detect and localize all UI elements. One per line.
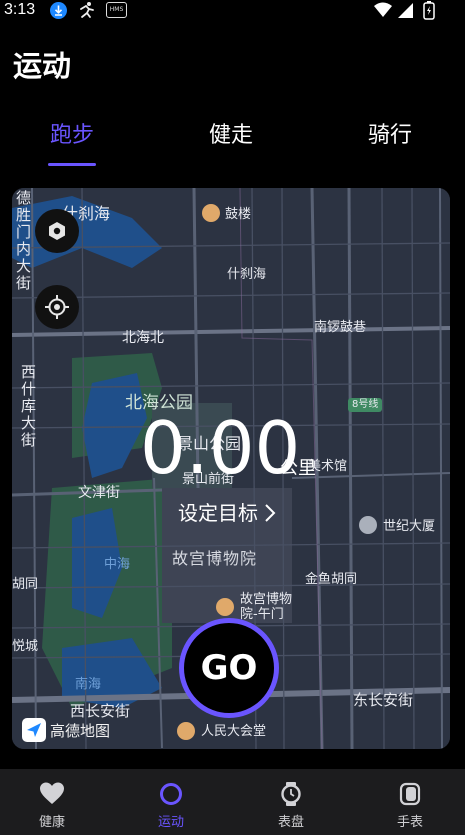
hms-badge: HMS bbox=[106, 2, 127, 18]
go-button[interactable]: GO bbox=[179, 618, 279, 718]
tab-walking[interactable]: 健走 bbox=[186, 120, 276, 152]
map-label-changan-west: 西长安街 bbox=[70, 702, 131, 720]
map-label-shichahai-2: 什刹海 bbox=[227, 267, 267, 282]
map-label-gugong: 故宫博物院 bbox=[172, 549, 258, 568]
amap-logo: 高德地图 bbox=[22, 718, 110, 742]
map-view[interactable]: 什刹海 鼓楼 什刹海 德胜门内大街 北海北 南锣鼓巷 8号线 北海公园 西什库大… bbox=[12, 188, 450, 749]
nav-health[interactable]: 健康 bbox=[12, 769, 92, 835]
poi-pin-icon bbox=[359, 516, 377, 534]
map-label-beihaibei: 北海北 bbox=[122, 330, 164, 346]
distance-value: 0.00 bbox=[140, 406, 301, 490]
locate-button[interactable] bbox=[35, 285, 79, 329]
map-label-wenjinjie: 文津街 bbox=[78, 485, 120, 501]
map-label-yuecheng: 悦城 bbox=[12, 639, 39, 654]
tab-cycling[interactable]: 骑行 bbox=[345, 120, 435, 152]
map-label-hutong: 胡同 bbox=[12, 577, 39, 592]
distance-unit: 公里 bbox=[280, 458, 316, 479]
amap-arrow-icon bbox=[22, 718, 46, 742]
set-goal-label: 设定目标 bbox=[178, 501, 258, 525]
page-title: 运动 bbox=[13, 49, 72, 83]
watch-face-icon bbox=[281, 782, 301, 806]
chevron-right-icon bbox=[265, 504, 276, 522]
wifi-icon bbox=[373, 1, 393, 23]
map-label-shijidasha: 世纪大厦 bbox=[383, 519, 436, 534]
map-label-deshengmen: 德胜门内大街 bbox=[14, 190, 32, 292]
watch-icon bbox=[399, 782, 421, 806]
map-label-renmin-dahuitang: 人民大会堂 bbox=[201, 724, 267, 739]
map-label-gugong-wumen: 故宫博物院-午门 bbox=[240, 592, 293, 622]
signal-icon bbox=[396, 2, 414, 23]
hexagon-settings-icon bbox=[49, 222, 65, 240]
map-label-jinyuhutong: 金鱼胡同 bbox=[305, 572, 358, 587]
poi-pin-icon bbox=[202, 204, 220, 222]
nav-sport[interactable]: 运动 bbox=[131, 769, 211, 835]
poi-pin-icon bbox=[177, 722, 195, 740]
nav-watch-label: 手表 bbox=[396, 815, 423, 830]
running-icon bbox=[76, 1, 94, 18]
heart-icon bbox=[40, 782, 64, 804]
locate-crosshair-icon bbox=[45, 295, 69, 319]
battery-icon bbox=[423, 1, 435, 24]
amap-logo-text: 高德地图 bbox=[50, 721, 111, 740]
nav-watch-face-label: 表盘 bbox=[277, 815, 304, 830]
status-time: 3:13 bbox=[4, 1, 36, 18]
bottom-nav: 健康 运动 表盘 手表 bbox=[0, 769, 465, 835]
status-bar: 3:13 HMS bbox=[0, 0, 465, 22]
nav-health-label: 健康 bbox=[38, 815, 65, 830]
map-label-xishiku: 西什库大街 bbox=[19, 364, 37, 449]
map-label-nanluoguxiang: 南锣鼓巷 bbox=[314, 320, 367, 335]
nav-watch-face[interactable]: 表盘 bbox=[251, 769, 331, 835]
download-icon bbox=[50, 2, 67, 19]
nav-sport-label: 运动 bbox=[157, 815, 184, 830]
map-label-zhonghai: 中海 bbox=[104, 557, 131, 572]
map-label-line8: 8号线 bbox=[348, 398, 383, 412]
circle-icon bbox=[160, 783, 182, 805]
map-label-nanhai: 南海 bbox=[75, 677, 102, 692]
active-tab-indicator bbox=[48, 163, 96, 166]
nav-watch[interactable]: 手表 bbox=[370, 769, 450, 835]
tab-running[interactable]: 跑步 bbox=[27, 120, 117, 152]
map-label-gulou: 鼓楼 bbox=[225, 207, 252, 222]
map-label-changan-east: 东长安街 bbox=[353, 691, 414, 709]
poi-pin-icon bbox=[216, 598, 234, 616]
map-settings-button[interactable] bbox=[35, 209, 79, 253]
set-goal-button[interactable]: 设定目标 bbox=[178, 500, 276, 526]
